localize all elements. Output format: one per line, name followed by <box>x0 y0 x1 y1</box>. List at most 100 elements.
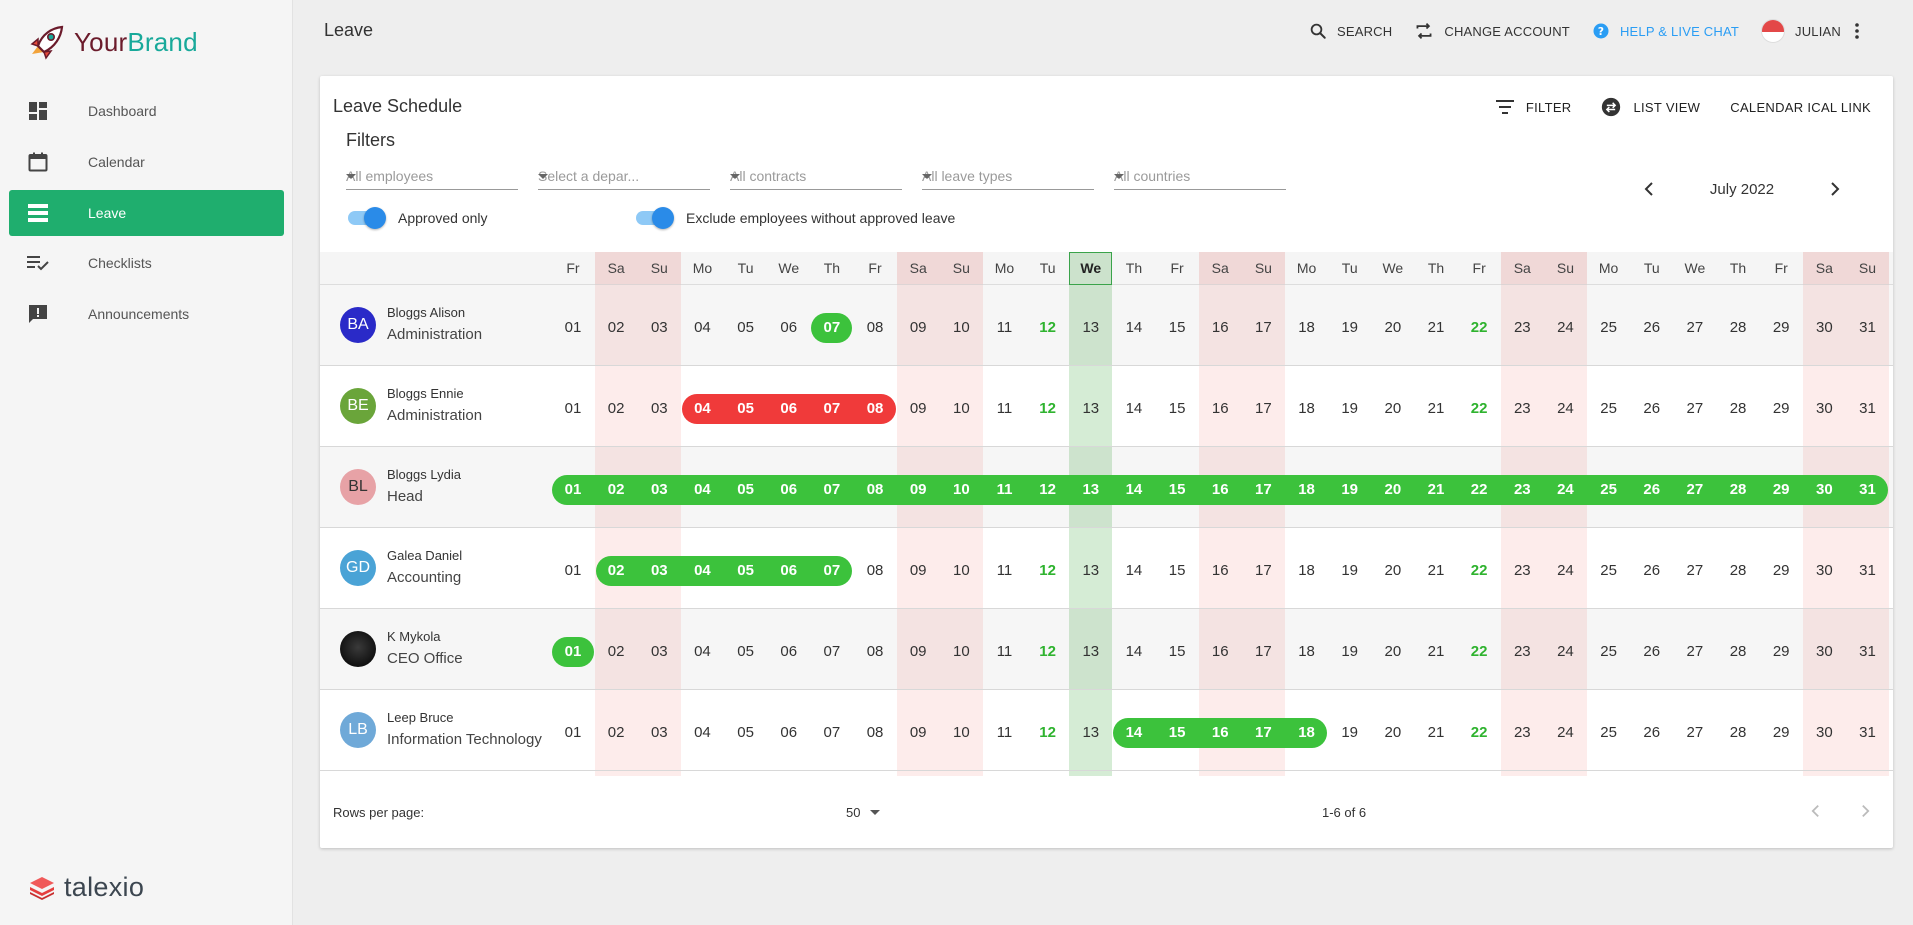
day-cell: 20 <box>1384 319 1402 336</box>
leave-day-cell: 26 <box>1643 481 1661 498</box>
leave-day-cell: 16 <box>1211 481 1229 498</box>
day-cell: 17 <box>1255 319 1272 336</box>
leave-icon <box>27 202 49 224</box>
employees-select[interactable]: All employees <box>346 162 518 190</box>
leave-day-cell: 13 <box>1082 481 1100 498</box>
rows-per-page-select[interactable]: 50 <box>846 802 896 822</box>
avatar[interactable]: GD <box>340 550 376 586</box>
chevron-left-icon <box>1811 804 1819 818</box>
day-cell: 15 <box>1168 400 1186 417</box>
search-button[interactable]: SEARCH <box>1309 22 1392 40</box>
change-account-label: CHANGE ACCOUNT <box>1444 23 1570 39</box>
avatar[interactable] <box>340 631 376 667</box>
employee-row: BA Bloggs Alison Administration 01 02 03 04 05 0… <box>320 285 1893 366</box>
change-account-button[interactable]: CHANGE ACCOUNT <box>1414 22 1570 40</box>
leave-types-select[interactable]: All leave types <box>922 162 1094 190</box>
weekday-header-cell: Th <box>1729 260 1747 276</box>
avatar[interactable]: LB <box>340 712 376 748</box>
day-cell: 05 <box>737 643 754 660</box>
day-cell: 10 <box>952 724 970 741</box>
month-navigator: July 2022 <box>1637 174 1847 204</box>
approved-only-toggle-row: Approved only <box>346 207 488 229</box>
avatar-initials: BA <box>347 316 369 333</box>
day-cell: 19 <box>1341 562 1359 579</box>
leave-day-cell: 14 <box>1125 481 1143 498</box>
day-cell: 14 <box>1125 400 1143 417</box>
sidebar-item-checklists[interactable]: Checklists <box>9 240 284 286</box>
leave-day-cell: 12 <box>1039 481 1056 498</box>
day-cell: 24 <box>1557 319 1574 336</box>
approved-only-toggle[interactable] <box>346 207 386 229</box>
day-cell: 15 <box>1168 319 1186 336</box>
search-label: SEARCH <box>1336 23 1393 39</box>
day-cell: 05 <box>737 724 754 741</box>
sidebar-item-label: Leave <box>88 205 127 221</box>
avatar[interactable]: BL <box>340 469 376 505</box>
weekday-header-cell: Th <box>823 260 841 276</box>
calendar-ical-link-button[interactable]: CALENDAR ICAL LINK <box>1730 100 1871 115</box>
filter-button[interactable]: FILTER <box>1495 100 1572 115</box>
user-menu[interactable]: JULIAN <box>1761 19 1869 43</box>
day-cell: 30 <box>1815 724 1833 741</box>
next-month-button[interactable] <box>1823 177 1847 201</box>
day-cell: 13 <box>1082 724 1100 741</box>
weekday-header-row: Fr Sa Su Mo Tu We Th Fr Sa Su Mo Tu We Th Fr Sa Su Mo Tu We… <box>320 252 1893 285</box>
day-cell: 20 <box>1384 400 1402 417</box>
countries-select[interactable]: All countries <box>1114 162 1286 190</box>
more-vert-icon[interactable] <box>1855 23 1859 39</box>
sidebar-item-announcements[interactable]: Announcements <box>9 291 284 337</box>
day-cell: 08 <box>866 643 884 660</box>
day-cell: 29 <box>1772 562 1790 579</box>
day-cell: 12 <box>1039 400 1056 417</box>
sidebar-item-dashboard[interactable]: Dashboard <box>9 88 284 134</box>
user-avatar <box>1761 19 1785 43</box>
sidebar-item-calendar[interactable]: Calendar <box>9 139 284 185</box>
leave-day-cell: 27 <box>1686 481 1704 498</box>
avatar-initials: LB <box>348 721 368 738</box>
day-cell: 06 <box>780 643 798 660</box>
department-select[interactable]: Select a depar... <box>538 162 710 190</box>
day-cell: 09 <box>909 562 927 579</box>
day-cell: 27 <box>1686 724 1704 741</box>
next-page-button[interactable] <box>1850 796 1880 826</box>
weekday-header-cell: Su <box>1543 252 1588 285</box>
day-cell: 11 <box>996 724 1013 741</box>
employee-department: Head <box>387 488 423 505</box>
previous-month-button[interactable] <box>1637 177 1661 201</box>
user-name: JULIAN <box>1795 23 1841 39</box>
day-cell: 07 <box>823 724 841 741</box>
day-cell: 24 <box>1557 724 1574 741</box>
weekday-header-cell: Fr <box>1170 260 1184 276</box>
sidebar-item-leave[interactable]: Leave <box>9 190 284 236</box>
day-cell: 31 <box>1859 400 1876 417</box>
employee-row: BE Bloggs Ennie Administration 01 02 03 04 05 06… <box>320 366 1893 447</box>
day-cell: 04 <box>694 724 711 741</box>
leave-day-cell: 02 <box>607 481 625 498</box>
avatar[interactable]: BA <box>340 307 376 343</box>
help-icon: ? <box>1593 23 1609 39</box>
day-cell: 02 <box>607 400 625 417</box>
day-cell: 19 <box>1341 724 1359 741</box>
contracts-select[interactable]: All contracts <box>730 162 902 190</box>
previous-page-button[interactable] <box>1800 796 1830 826</box>
day-cell: 19 <box>1341 400 1359 417</box>
card-title: Leave Schedule <box>333 96 463 116</box>
employee-name: K Mykola <box>387 629 441 644</box>
exclude-without-leave-toggle[interactable] <box>634 207 674 229</box>
day-cell: 02 <box>607 319 625 336</box>
countries-select-placeholder: All countries <box>1114 168 1191 184</box>
avatar[interactable]: BE <box>340 388 376 424</box>
list-view-button[interactable]: LIST VIEW <box>1601 97 1700 117</box>
checklist-icon <box>27 252 49 274</box>
contracts-select-placeholder: All contracts <box>730 168 807 184</box>
employees-select-placeholder: All employees <box>346 168 434 184</box>
employee-row: LB Leep Bruce Information Technology 01 02 03… <box>320 690 1893 771</box>
brand-logo[interactable]: YourBrand <box>26 22 198 62</box>
help-live-chat-button[interactable]: ? HELP & LIVE CHAT <box>1592 22 1739 40</box>
day-cell: 17 <box>1255 643 1272 660</box>
day-cell: 15 <box>1168 643 1186 660</box>
toggle-knob <box>652 207 674 229</box>
day-cell: 24 <box>1557 400 1574 417</box>
day-cell: 14 <box>1125 319 1143 336</box>
department-select-placeholder: Select a depar... <box>538 168 640 184</box>
